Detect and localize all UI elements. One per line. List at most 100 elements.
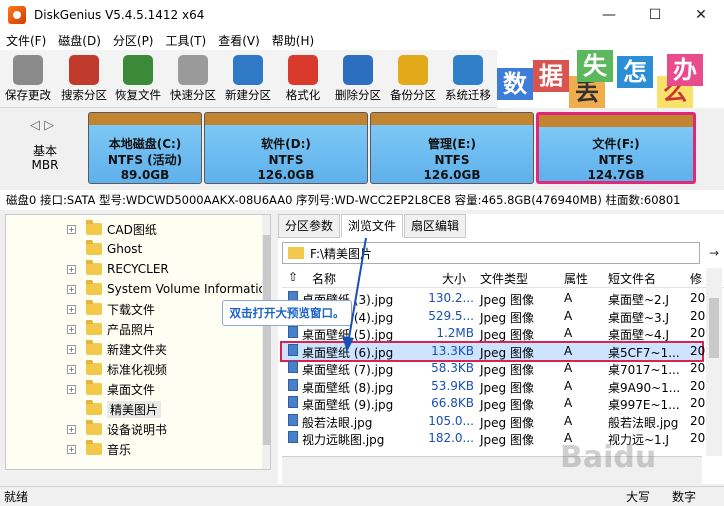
toolbar-label: 快速分区 — [170, 88, 216, 102]
menu-disk[interactable]: 磁盘(D) — [52, 32, 107, 49]
toolbar-label: 恢复文件 — [115, 88, 161, 102]
tree-item-label: 音乐 — [107, 442, 132, 457]
disk-nav-arrows[interactable]: ◁ ▷ — [30, 118, 54, 133]
folder-icon — [86, 440, 102, 455]
menu-tools[interactable]: 工具(T) — [160, 32, 213, 49]
file-name: 视力远眺图.jpg — [302, 433, 385, 447]
minimize-button[interactable]: — — [586, 0, 632, 30]
tree-item-recycler[interactable]: + RECYCLER — [67, 259, 169, 279]
app-icon — [8, 6, 26, 24]
folder-icon — [86, 400, 102, 415]
partition-e[interactable]: 管理(E:) NTFS 126.0GB — [370, 112, 534, 184]
file-list-scrollbar[interactable] — [706, 268, 722, 456]
file-row[interactable]: 般若法眼.jpg 105.0... Jpeg 图像 A 般若法眼.jpg 20 — [282, 413, 706, 431]
partition-f[interactable]: 文件(F:) NTFS 124.7GB — [536, 112, 696, 184]
tree-item-new-folder[interactable]: + 新建文件夹 — [67, 339, 168, 359]
magnifier-icon — [69, 55, 99, 85]
format-button[interactable]: 格式化 — [275, 52, 331, 106]
expand-icon[interactable]: + — [67, 425, 76, 434]
menu-bar: 文件(F) 磁盘(D) 分区(P) 工具(T) 查看(V) 帮助(H) — [0, 30, 724, 50]
partition-size: 124.7GB — [587, 168, 645, 182]
partition-c[interactable]: 本地磁盘(C:) NTFS (活动) 89.0GB — [88, 112, 202, 184]
close-button[interactable]: ✕ — [678, 0, 724, 30]
tree-item-ghost[interactable]: Ghost — [70, 239, 142, 259]
expand-icon[interactable]: + — [67, 365, 76, 374]
tree-item-manuals[interactable]: + 设备说明书 — [67, 419, 167, 439]
expand-icon[interactable]: + — [67, 445, 76, 454]
file-modified: 20 — [690, 413, 706, 428]
col-modified[interactable]: 修 — [690, 270, 702, 287]
menu-partition[interactable]: 分区(P) — [107, 32, 160, 49]
window-title: DiskGenius V5.4.5.1412 x64 — [34, 8, 205, 22]
file-type: Jpeg 图像 — [480, 380, 534, 395]
col-short-name[interactable]: 短文件名 — [608, 270, 656, 287]
tree-item-videos[interactable]: + 标准化视频 — [67, 359, 167, 379]
banner-char: 失 — [577, 50, 613, 82]
save-changes-button[interactable]: 保存更改 — [0, 52, 56, 106]
file-size: 182.0... — [428, 431, 474, 445]
up-folder-icon[interactable]: ⇧ — [288, 270, 298, 284]
tree-item-product-photos[interactable]: + 产品照片 — [67, 319, 155, 339]
expand-icon[interactable]: + — [67, 325, 76, 334]
recover-files-button[interactable]: 恢复文件 — [110, 52, 166, 106]
tree-scrollbar[interactable] — [262, 215, 270, 469]
title-bar: DiskGenius V5.4.5.1412 x64 — ☐ ✕ — [0, 0, 724, 30]
file-size: 13.3KB — [431, 343, 474, 358]
file-list-scroll-thumb[interactable] — [709, 298, 719, 358]
expand-icon[interactable]: + — [67, 345, 76, 354]
go-forward-icon[interactable]: → — [704, 242, 724, 264]
quick-partition-button[interactable]: 快速分区 — [165, 52, 221, 106]
col-type[interactable]: 文件类型 — [480, 270, 528, 287]
disk-info-line: 磁盘0 接口:SATA 型号:WDCWD5000AAKX-08U6AA0 序列号… — [0, 190, 724, 210]
file-modified: 20 — [690, 308, 706, 323]
search-partition-button[interactable]: 搜索分区 — [56, 52, 112, 106]
tree-item-music[interactable]: + 音乐 — [67, 439, 132, 459]
maximize-button[interactable]: ☐ — [632, 0, 678, 30]
tree-scroll-thumb[interactable] — [263, 235, 270, 445]
folder-icon — [86, 280, 102, 295]
tree-item-desktop-files[interactable]: + 桌面文件 — [67, 379, 155, 399]
new-partition-button[interactable]: 新建分区 — [220, 52, 276, 106]
toolbar-label: 删除分区 — [335, 88, 381, 102]
folder-icon — [86, 240, 102, 255]
status-bar: 就绪 大写 数字 — [0, 486, 724, 506]
menu-help[interactable]: 帮助(H) — [266, 32, 320, 49]
file-size: 66.8KB — [431, 396, 474, 410]
expand-icon[interactable]: + — [67, 225, 76, 234]
expand-icon[interactable]: + — [67, 385, 76, 394]
tree-item-label: 新建文件夹 — [107, 342, 168, 357]
partition-d[interactable]: 软件(D:) NTFS 126.0GB — [204, 112, 368, 184]
col-attr[interactable]: 属性 — [564, 270, 588, 287]
tree-item-pictures[interactable]: 精美图片 — [70, 399, 162, 419]
file-size: 58.3KB — [431, 361, 474, 375]
tree-hscrollbar[interactable] — [5, 470, 271, 484]
banner-char: 怎 — [617, 56, 653, 88]
system-migration-button[interactable]: 系统迁移 — [440, 52, 496, 106]
expand-icon[interactable]: + — [67, 285, 76, 294]
tab-browse-files[interactable]: 浏览文件 — [341, 214, 404, 238]
expand-icon[interactable]: + — [67, 265, 76, 274]
delete-partition-button[interactable]: 删除分区 — [330, 52, 386, 106]
banner-char: 数 — [497, 68, 533, 100]
backup-partition-button[interactable]: 备份分区 — [385, 52, 441, 106]
menu-file[interactable]: 文件(F) — [0, 32, 52, 49]
ad-banner[interactable]: 数 据 丢 失 怎 么 办 — [497, 50, 724, 108]
file-name: 桌面壁纸 (8).jpg — [302, 380, 394, 395]
file-modified: 20 — [690, 326, 706, 340]
tree-item-label: Ghost — [107, 242, 143, 256]
file-row[interactable]: 桌面壁纸 (9).jpg 66.8KB Jpeg 图像 A 桌997E~1... 20 — [282, 395, 705, 413]
tab-partition-params[interactable]: 分区参数 — [278, 214, 341, 238]
tree-item-downloads[interactable]: + 下载文件 — [67, 299, 155, 319]
tree-item-label: CAD图纸 — [107, 222, 157, 237]
file-type: Jpeg 图像 — [480, 345, 534, 360]
expand-icon[interactable]: + — [67, 305, 76, 314]
tab-sector-edit[interactable]: 扇区编辑 — [404, 214, 467, 238]
tree-item-cad[interactable]: + CAD图纸 — [67, 219, 157, 239]
file-type: Jpeg 图像 — [480, 310, 534, 325]
file-row[interactable]: 桌面壁纸 (8).jpg 53.9KB Jpeg 图像 A 桌9A90~1... 20 — [282, 378, 705, 396]
banner-char: 办 — [667, 54, 703, 86]
col-size[interactable]: 大小 — [442, 270, 466, 287]
tree-item-system-volume[interactable]: + System Volume Informatio — [67, 279, 266, 299]
menu-view[interactable]: 查看(V) — [212, 32, 266, 49]
file-row[interactable]: 桌面壁纸 (7).jpg 58.3KB Jpeg 图像 A 桌7017~1... 20 — [282, 360, 705, 378]
